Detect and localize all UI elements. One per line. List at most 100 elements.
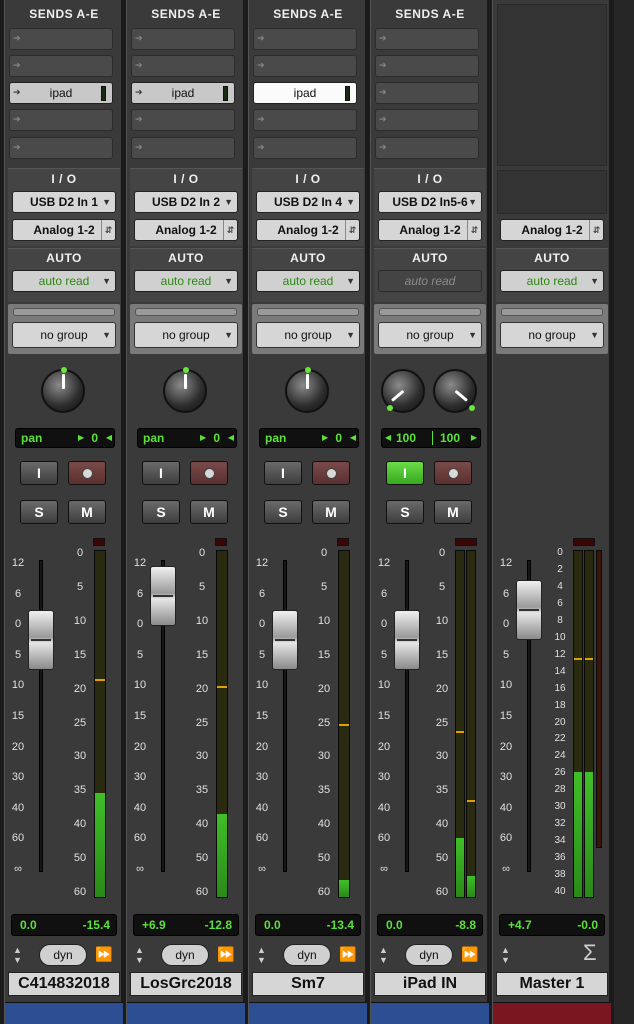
solo-button[interactable]: S — [264, 500, 302, 524]
track-name[interactable]: LosGrc2018 — [130, 972, 242, 996]
volume-fader-handle[interactable] — [516, 580, 542, 640]
pan-knob-left[interactable] — [381, 369, 425, 413]
input-selector[interactable]: USB D2 In 4 ▼ — [256, 191, 360, 213]
clip-indicator[interactable] — [337, 538, 349, 546]
group-selector[interactable]: no group ▼ — [378, 322, 482, 348]
volume-fader-handle[interactable] — [394, 610, 420, 670]
send-slot-e[interactable]: ➔ — [9, 137, 113, 159]
mute-button[interactable]: M — [434, 500, 472, 524]
send-slot-b[interactable]: ➔ — [375, 55, 479, 77]
volume-readout[interactable]: 0.0 -15.4 — [11, 914, 117, 936]
input-monitor-button[interactable]: I — [386, 461, 424, 485]
volume-fader-handle[interactable] — [272, 610, 298, 670]
track-nav-arrows-icon[interactable]: ▲ ▼ — [135, 945, 144, 965]
fast-forward-icon[interactable]: ⏩ — [217, 946, 234, 963]
dyn-button[interactable]: dyn — [405, 944, 453, 966]
dyn-button[interactable]: dyn — [39, 944, 87, 966]
fast-forward-icon[interactable]: ⏩ — [461, 946, 478, 963]
volume-readout[interactable]: 0.0 -8.8 — [377, 914, 483, 936]
send-slot-c[interactable]: ➔ ipad — [131, 82, 235, 104]
input-monitor-button[interactable]: I — [264, 461, 302, 485]
input-monitor-button[interactable]: I — [20, 461, 58, 485]
track-color-bar[interactable] — [493, 1002, 611, 1024]
mute-button[interactable]: M — [190, 500, 228, 524]
send-slot-b[interactable]: ➔ — [9, 55, 113, 77]
automation-mode-selector[interactable]: auto read ▼ — [134, 270, 238, 292]
output-selector[interactable]: Analog 1-2 ⇵ — [256, 219, 360, 241]
volume-fader-handle[interactable] — [28, 610, 54, 670]
track-color-bar[interactable] — [5, 1002, 123, 1024]
send-slot-d[interactable]: ➔ — [131, 109, 235, 131]
automation-mode-selector[interactable]: auto read ▼ — [256, 270, 360, 292]
pan-knob[interactable] — [285, 367, 329, 413]
clip-indicator[interactable] — [455, 538, 477, 546]
solo-button[interactable]: S — [142, 500, 180, 524]
record-arm-button[interactable] — [434, 461, 472, 485]
fast-forward-icon[interactable]: ⏩ — [339, 946, 356, 963]
send-slot-d[interactable]: ➔ — [9, 109, 113, 131]
dyn-button[interactable]: dyn — [283, 944, 331, 966]
pan-readout[interactable]: ◀ 100 100 ▶ — [381, 428, 481, 448]
send-slot-a[interactable]: ➔ — [375, 28, 479, 50]
automation-mode-selector[interactable]: auto read — [378, 270, 482, 292]
mute-button[interactable]: M — [312, 500, 350, 524]
input-monitor-button[interactable]: I — [142, 461, 180, 485]
group-selector[interactable]: no group ▼ — [500, 322, 604, 348]
solo-button[interactable]: S — [20, 500, 58, 524]
track-color-bar[interactable] — [127, 1002, 245, 1024]
send-slot-d[interactable]: ➔ — [253, 109, 357, 131]
pan-knob[interactable] — [41, 367, 85, 413]
pan-readout[interactable]: pan ▶ ◀ 0 — [137, 428, 237, 448]
clip-indicator[interactable] — [215, 538, 227, 546]
send-slot-a[interactable]: ➔ — [9, 28, 113, 50]
mute-button[interactable]: M — [68, 500, 106, 524]
group-selector[interactable]: no group ▼ — [256, 322, 360, 348]
volume-fader-handle[interactable] — [150, 566, 176, 626]
send-slot-e[interactable]: ➔ — [253, 137, 357, 159]
input-selector[interactable]: USB D2 In5-6 ▼ — [378, 191, 482, 213]
output-selector[interactable]: Analog 1-2 ⇵ — [12, 219, 116, 241]
group-selector[interactable]: no group ▼ — [134, 322, 238, 348]
input-selector[interactable]: USB D2 In 2 ▼ — [134, 191, 238, 213]
automation-mode-selector[interactable]: auto read ▼ — [500, 270, 604, 292]
output-selector[interactable]: Analog 1-2 ⇵ — [378, 219, 482, 241]
record-arm-button[interactable] — [312, 461, 350, 485]
send-slot-d[interactable]: ➔ — [375, 109, 479, 131]
track-nav-arrows-icon[interactable]: ▲ ▼ — [13, 945, 22, 965]
volume-readout[interactable]: +4.7 -0.0 — [499, 914, 605, 936]
send-slot-a[interactable]: ➔ — [253, 28, 357, 50]
dyn-button[interactable]: dyn — [161, 944, 209, 966]
send-slot-c[interactable]: ipad — [253, 82, 357, 104]
output-selector[interactable]: Analog 1-2 ⇵ — [500, 219, 604, 241]
send-slot-b[interactable]: ➔ — [131, 55, 235, 77]
send-slot-e[interactable]: ➔ — [131, 137, 235, 159]
volume-readout[interactable]: +6.9 -12.8 — [133, 914, 239, 936]
send-slot-c[interactable]: ➔ ipad — [9, 82, 113, 104]
send-slot-e[interactable]: ➔ — [375, 137, 479, 159]
track-name[interactable]: Master 1 — [496, 972, 608, 996]
volume-readout[interactable]: 0.0 -13.4 — [255, 914, 361, 936]
clip-indicator[interactable] — [93, 538, 105, 546]
track-name[interactable]: Sm7 — [252, 972, 364, 996]
fast-forward-icon[interactable]: ⏩ — [95, 946, 112, 963]
pan-readout[interactable]: pan ▶ ◀ 0 — [15, 428, 115, 448]
send-slot-c[interactable]: ➔ — [375, 82, 479, 104]
pan-knob-right[interactable] — [433, 369, 477, 413]
track-color-bar[interactable] — [371, 1002, 489, 1024]
input-selector[interactable]: USB D2 In 1 ▼ — [12, 191, 116, 213]
group-selector[interactable]: no group ▼ — [12, 322, 116, 348]
track-nav-arrows-icon[interactable]: ▲ ▼ — [379, 945, 388, 965]
send-slot-b[interactable]: ➔ — [253, 55, 357, 77]
record-arm-button[interactable] — [68, 461, 106, 485]
record-arm-button[interactable] — [190, 461, 228, 485]
track-nav-arrows-icon[interactable]: ▲ ▼ — [501, 945, 510, 965]
track-color-bar[interactable] — [249, 1002, 367, 1024]
track-nav-arrows-icon[interactable]: ▲ ▼ — [257, 945, 266, 965]
pan-knob[interactable] — [163, 367, 207, 413]
solo-button[interactable]: S — [386, 500, 424, 524]
clip-indicator[interactable] — [573, 538, 595, 546]
pan-readout[interactable]: pan ▶ ◀ 0 — [259, 428, 359, 448]
track-name[interactable]: C414832018 — [8, 972, 120, 996]
send-slot-a[interactable]: ➔ — [131, 28, 235, 50]
output-selector[interactable]: Analog 1-2 ⇵ — [134, 219, 238, 241]
